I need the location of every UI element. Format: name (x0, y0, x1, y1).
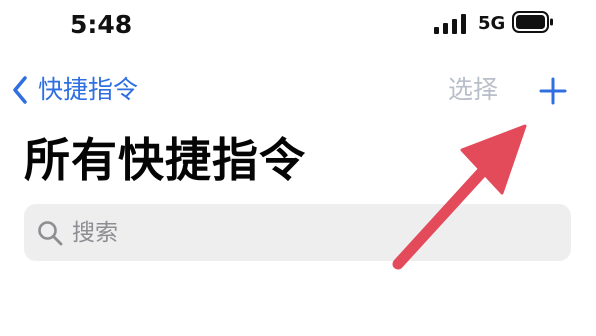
status-time: 5:48 (70, 10, 133, 39)
battery-icon (512, 11, 553, 33)
page-title: 所有快捷指令 (24, 133, 306, 187)
red-arrow-icon (392, 124, 527, 270)
chevron-left-icon (13, 76, 27, 104)
back-button[interactable]: 快捷指令 (12, 72, 138, 108)
back-label: 快捷指令 (38, 75, 139, 104)
plus-icon[interactable] (538, 76, 568, 106)
select-button[interactable]: 选择 (448, 72, 498, 108)
search-icon (38, 220, 63, 245)
search-placeholder: 搜索 (72, 219, 118, 246)
signal-icon (434, 14, 466, 34)
network-type: 5G (478, 13, 506, 34)
